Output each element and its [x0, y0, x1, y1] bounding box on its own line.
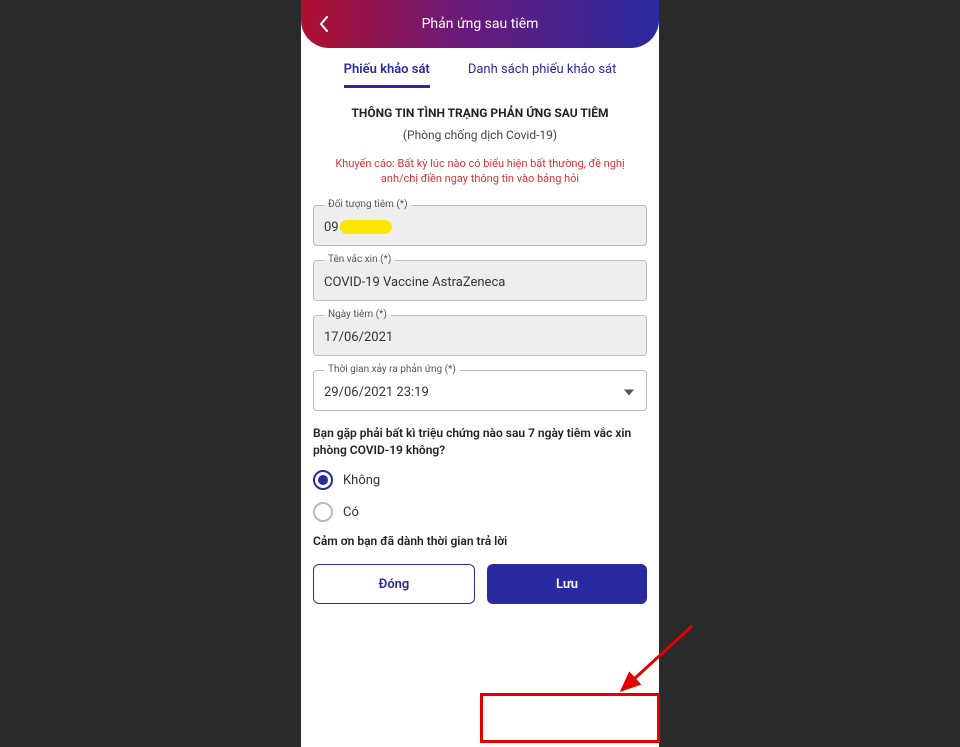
- reaction-time-label: Thời gian xảy ra phản ứng (*): [324, 364, 460, 375]
- subject-label: Đối tượng tiêm (*): [324, 199, 412, 210]
- reaction-time-value: 29/06/2021 23:19: [324, 385, 636, 400]
- symptom-question: Bạn gặp phải bất kì triệu chứng nào sau …: [313, 425, 647, 459]
- tab-survey-list[interactable]: Danh sách phiếu khảo sát: [468, 62, 617, 88]
- subject-value: 09: [324, 220, 636, 235]
- close-button[interactable]: Đóng: [313, 564, 475, 604]
- reaction-time-field[interactable]: Thời gian xảy ra phản ứng (*) 29/06/2021…: [313, 370, 647, 411]
- option-no-label: Không: [343, 473, 380, 488]
- option-no[interactable]: Không: [313, 470, 647, 490]
- app-header: Phản ứng sau tiêm: [301, 0, 659, 48]
- date-field[interactable]: Ngày tiêm (*) 17/06/2021: [313, 315, 647, 356]
- back-button[interactable]: [315, 15, 333, 33]
- vaccine-value: COVID-19 Vaccine AstraZeneca: [324, 275, 636, 290]
- vaccine-label: Tên vắc xin (*): [324, 254, 395, 265]
- vaccine-field[interactable]: Tên vắc xin (*) COVID-19 Vaccine AstraZe…: [313, 260, 647, 301]
- date-value: 17/06/2021: [324, 330, 636, 345]
- header-title: Phản ứng sau tiêm: [422, 16, 539, 32]
- date-label: Ngày tiêm (*): [324, 309, 391, 320]
- dropdown-icon: [624, 381, 634, 400]
- radio-icon-unselected: [313, 502, 333, 522]
- warning-text: Khuyến cáo: Bất kỳ lúc nào có biểu hiện …: [313, 156, 647, 187]
- subject-field[interactable]: Đối tượng tiêm (*) 09: [313, 205, 647, 246]
- section-title: THÔNG TIN TÌNH TRẠNG PHẢN ỨNG SAU TIÊM: [313, 106, 647, 120]
- form-content: THÔNG TIN TÌNH TRẠNG PHẢN ỨNG SAU TIÊM (…: [301, 88, 659, 747]
- redacted-mark: [340, 220, 392, 234]
- radio-icon-selected: [313, 470, 333, 490]
- app-screen: Phản ứng sau tiêm Phiếu khảo sát Danh sá…: [301, 0, 659, 747]
- tab-survey[interactable]: Phiếu khảo sát: [344, 62, 430, 88]
- save-button[interactable]: Lưu: [487, 564, 647, 604]
- section-subtitle: (Phòng chống dịch Covid-19): [313, 128, 647, 142]
- button-row: Đóng Lưu: [313, 564, 647, 614]
- option-yes-label: Có: [343, 505, 359, 520]
- chevron-left-icon: [319, 16, 329, 32]
- option-yes[interactable]: Có: [313, 502, 647, 522]
- thanks-text: Cảm ơn bạn đã dành thời gian trả lời: [313, 534, 647, 548]
- tab-bar: Phiếu khảo sát Danh sách phiếu khảo sát: [301, 48, 659, 88]
